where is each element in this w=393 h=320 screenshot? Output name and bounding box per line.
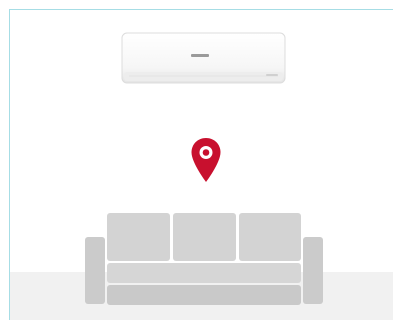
sofa-left-arm	[85, 237, 105, 304]
sofa-back-cushion	[173, 213, 236, 261]
brand-logo	[191, 54, 209, 57]
sofa-right-arm	[303, 237, 323, 304]
sofa-back-cushion	[107, 213, 170, 261]
sofa-base	[107, 285, 301, 305]
map-pin-icon	[191, 138, 221, 182]
illustration-canvas	[0, 0, 393, 320]
sofa-seat	[107, 263, 301, 283]
sofa-back-cushion	[239, 213, 301, 261]
air-conditioner-icon	[121, 32, 286, 84]
sofa-icon	[85, 213, 323, 305]
